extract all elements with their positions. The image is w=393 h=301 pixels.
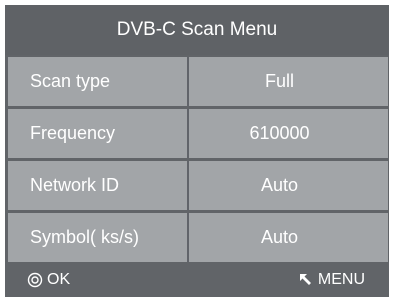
ok-hint: OK (27, 271, 70, 289)
ok-circle-icon (27, 272, 43, 288)
ok-label: OK (47, 271, 71, 288)
row-network-id[interactable]: Network ID Auto (8, 161, 388, 210)
row-label: Network ID (8, 161, 189, 210)
row-symbol-rate[interactable]: Symbol( ks/s) Auto (8, 213, 388, 262)
scan-menu-panel: DVB-C Scan Menu Scan type Full Frequency… (5, 5, 389, 297)
row-value[interactable]: Auto (189, 161, 388, 210)
footer-hints: OK MENU (5, 263, 389, 297)
row-value[interactable]: Full (189, 57, 388, 106)
menu-hint: MENU (298, 271, 365, 289)
return-arrow-icon (298, 272, 314, 288)
row-frequency[interactable]: Frequency 610000 (8, 109, 388, 158)
row-label: Frequency (8, 109, 189, 158)
row-label: Symbol( ks/s) (8, 213, 189, 262)
row-value[interactable]: Auto (189, 213, 388, 262)
row-value[interactable]: 610000 (189, 109, 388, 158)
row-scan-type[interactable]: Scan type Full (8, 57, 388, 106)
row-label: Scan type (8, 57, 189, 106)
menu-label: MENU (317, 271, 365, 288)
menu-title: DVB-C Scan Menu (5, 5, 389, 55)
